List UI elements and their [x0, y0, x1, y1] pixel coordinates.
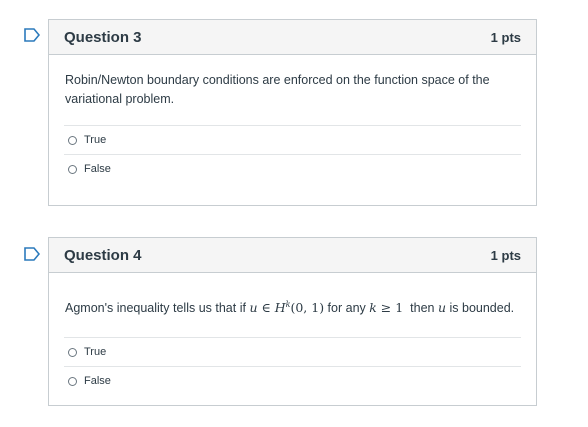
- question-header: Question 4 1 pts: [49, 238, 536, 273]
- math-symbol: u: [437, 300, 447, 316]
- text-segment: is bounded.: [446, 301, 515, 316]
- text-segment: then: [403, 301, 438, 316]
- answer-option-true[interactable]: True: [64, 337, 521, 366]
- answer-label: False: [84, 375, 111, 388]
- text-segment: Agmon's inequality tells us that if: [65, 301, 250, 316]
- question-points: 1 pts: [490, 29, 521, 45]
- radio-button[interactable]: [68, 135, 77, 145]
- question-text: Agmon's inequality tells us that if u ∈ …: [49, 273, 536, 318]
- question-title: Question 4: [64, 246, 142, 264]
- math-symbol: ∈: [257, 300, 275, 316]
- answer-label: True: [84, 134, 107, 146]
- question-title: Question 3: [64, 28, 142, 46]
- math-symbol: u: [249, 300, 258, 316]
- radio-button[interactable]: [68, 347, 77, 357]
- question-text: Robin/Newton boundary conditions are enf…: [65, 73, 490, 106]
- question-card: Question 3 1 pts Robin/Newton boundary c…: [48, 19, 537, 206]
- answer-label: True: [84, 346, 107, 359]
- radio-button[interactable]: [68, 164, 77, 174]
- math-symbol: k: [369, 300, 377, 316]
- answer-list: True False: [64, 337, 521, 395]
- answer-option-false[interactable]: False: [64, 366, 521, 395]
- math-symbol: (0, 1): [290, 300, 325, 316]
- question-header: Question 3 1 pts: [49, 20, 536, 55]
- question-points: 1 pts: [490, 247, 521, 263]
- math-symbol: H: [274, 300, 286, 316]
- bookmark-flag-icon[interactable]: [24, 28, 40, 42]
- answer-option-false[interactable]: False: [64, 154, 521, 183]
- text-segment: for any: [324, 301, 370, 316]
- question-card: Question 4 1 pts Agmon's inequality tell…: [48, 237, 537, 406]
- bookmark-flag-icon[interactable]: [24, 247, 40, 261]
- radio-button[interactable]: [68, 376, 77, 386]
- math-symbol: ≥ 1: [376, 300, 404, 316]
- answer-label: False: [84, 163, 111, 175]
- answer-list: True False: [64, 125, 521, 183]
- answer-option-true[interactable]: True: [64, 125, 521, 154]
